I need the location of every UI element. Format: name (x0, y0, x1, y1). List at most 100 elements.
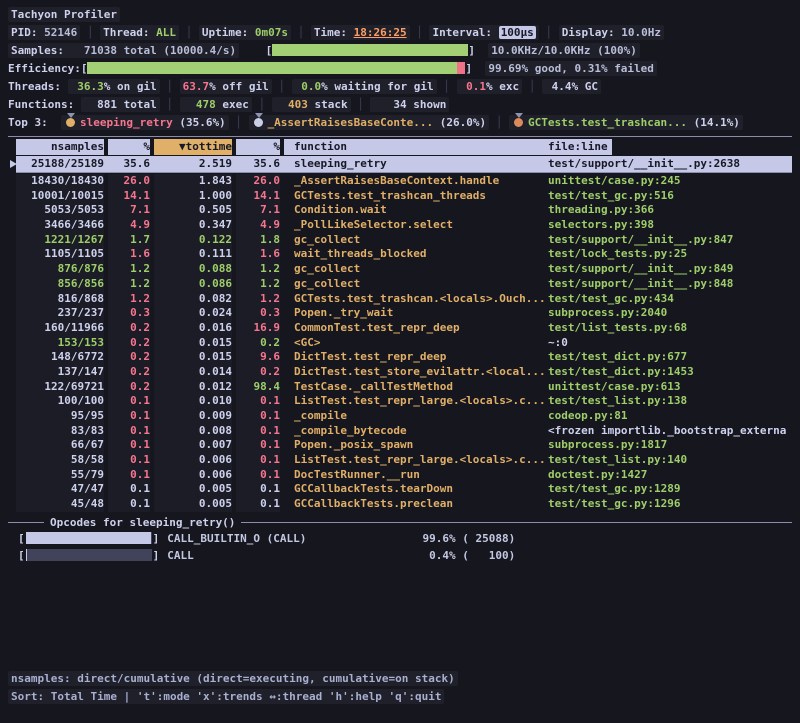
cell-nsamples: 1221/1267 (16, 233, 104, 248)
cell-direct-percent: 0.2 (108, 321, 150, 336)
cell-cumulative-percent: 16.9 (236, 321, 280, 336)
cell-cumulative-percent: 0.1 (236, 482, 280, 497)
threads-unit: % on gil (104, 80, 157, 93)
cell-nsamples: 148/6772 (16, 350, 104, 365)
cell-fn: sleeping_retry (284, 156, 544, 172)
table-row[interactable]: 137/1470.20.0140.2DictTest.test_store_ev… (16, 365, 792, 380)
bracket: [ (18, 530, 25, 547)
table-row[interactable]: 66/670.10.0070.1Popen._posix_spawnsubpro… (16, 438, 792, 453)
cell-tottime: 0.082 (154, 292, 232, 307)
threads-segment: 0.0% waiting for gil (292, 79, 437, 94)
table-row[interactable]: 160/119660.20.01616.9CommonTest.test_rep… (16, 321, 792, 336)
column-header-file-line[interactable]: file:line (544, 139, 612, 155)
status-label-interval: Interval: (432, 26, 498, 39)
table-row[interactable]: 237/2370.30.0240.3Popen._try_waitsubproc… (16, 306, 792, 321)
status-segment-interval: Interval: 100μs (429, 25, 538, 40)
top3-entry: _AssertRaisesBaseConte... (26.0%) (249, 115, 490, 130)
status-label-pid: PID: (11, 26, 44, 39)
functions-line: Functions: 881 total │ 478 exec │ 403 st… (8, 96, 792, 114)
column-header-tottime-sorted[interactable]: ▼tottime (154, 139, 232, 155)
cell-nsamples: 83/83 (16, 424, 104, 439)
cell-direct-percent: 0.1 (108, 438, 150, 453)
cell-cumulative-percent: 4.9 (236, 218, 280, 233)
cell-nsamples: 3466/3466 (16, 218, 104, 233)
separator: │ (522, 80, 542, 93)
column-header-cumulative-percent[interactable]: % (236, 139, 280, 155)
table-row[interactable]: 148/67720.20.0159.6DictTest.test_repr_de… (16, 350, 792, 365)
threads-unit: % off gil (209, 80, 269, 93)
cell-nsamples: 153/153 (16, 336, 104, 351)
cell-tottime: 0.012 (154, 380, 232, 395)
cell-function: wait_threads_blocked (284, 247, 544, 262)
cell-function: gc_collect (284, 277, 544, 292)
table-row[interactable]: 122/697210.20.01298.4TestCase._callTestM… (16, 380, 792, 395)
samples-rate: 10.0KHz/10.0KHz (100%) (488, 43, 640, 58)
functions-unit: total (117, 98, 157, 111)
table-row[interactable]: 1221/12671.70.1221.8gc_collecttest/suppo… (16, 233, 792, 248)
cell-tottime: 0.086 (154, 277, 232, 292)
cell-cumulative-percent: 0.1 (236, 438, 280, 453)
app-title: Tachyon Profiler (8, 7, 120, 22)
threads-segment: 63.7% off gil (180, 79, 272, 94)
cell-direct-percent: 1.6 (108, 247, 150, 262)
column-header-direct-percent[interactable]: % (108, 139, 150, 155)
top3-label: Top 3: (8, 116, 61, 129)
table-row[interactable]: 816/8681.20.0821.2GCTests.test_trashcan.… (16, 292, 792, 307)
cell-function: gc_collect (284, 233, 544, 248)
opcode-bar (26, 549, 152, 561)
cell-tottime: 0.088 (154, 262, 232, 277)
cell-file-line: ~:0 (544, 336, 792, 351)
cell-nsamples: 55/79 (16, 468, 104, 483)
cell-nsamples: 237/237 (16, 306, 104, 321)
table-row[interactable]: 45/480.10.0050.1GCCallbackTests.preclean… (16, 497, 792, 512)
table-row[interactable]: 3466/34664.90.3474.9_PollLikeSelector.se… (16, 218, 792, 233)
top3-percent: (35.6%) (173, 116, 226, 129)
cell-tottime: 0.015 (154, 350, 232, 365)
cell-nsamples: 47/47 (16, 482, 104, 497)
cell-function: GCTests.test_trashcan.<locals>.Ouch... (284, 292, 544, 307)
cell-tottime: 0.005 (154, 482, 232, 497)
column-header-function[interactable]: function (284, 139, 544, 155)
cell-tottime: 0.006 (154, 468, 232, 483)
cell-tottime: 0.006 (154, 453, 232, 468)
table-row[interactable]: 47/470.10.0050.1GCCallbackTests.tearDown… (16, 482, 792, 497)
cell-cumulative-percent: 0.1 (236, 409, 280, 424)
cell-file-line: <frozen importlib._bootstrap_externa (544, 424, 792, 439)
table-row[interactable]: 18430/1843026.01.84326.0_AssertRaisesBas… (16, 174, 792, 189)
cell-direct-percent: 0.3 (108, 306, 150, 321)
cell-tot: 2.519 (154, 156, 232, 172)
cell-tottime: 0.008 (154, 424, 232, 439)
table-row[interactable]: 95/950.10.0090.1_compilecodeop.py:81 (16, 409, 792, 424)
table-row[interactable]: 153/1530.20.0150.2<GC>~:0 (16, 336, 792, 351)
selected-table-row[interactable]: 25188/2518935.62.51935.6sleeping_retryte… (16, 156, 792, 173)
cell-file-line: test/test_gc.py:1296 (544, 497, 792, 512)
table-row[interactable]: 10001/1001514.11.00014.1GCTests.test_tra… (16, 189, 792, 204)
top3-percent: (14.1%) (687, 116, 740, 129)
cell-file-line: unittest/case.py:245 (544, 174, 792, 189)
threads-unit: % waiting for gil (321, 80, 434, 93)
table-row[interactable]: 58/580.10.0060.1ListTest.test_repr_large… (16, 453, 792, 468)
cell-nsamples: 856/856 (16, 277, 104, 292)
cell-function: DictTest.test_repr_deep (284, 350, 544, 365)
table-row[interactable]: 55/790.10.0060.1DocTestRunner.__rundocte… (16, 468, 792, 483)
bracket: [ (18, 547, 25, 564)
cell-cumulative-percent: 9.6 (236, 350, 280, 365)
cell-cumulative-percent: 0.1 (236, 468, 280, 483)
cell-direct-percent: 1.7 (108, 233, 150, 248)
table-row[interactable]: 1105/11051.60.1111.6wait_threads_blocked… (16, 247, 792, 262)
threads-segment: 4.4% GC (542, 79, 601, 94)
threads-value: 4.4 (545, 80, 572, 93)
cell-cumulative-percent: 7.1 (236, 203, 280, 218)
status-value-uptime: 0m07s (255, 26, 288, 39)
table-row[interactable]: 876/8761.20.0881.2gc_collecttest/support… (16, 262, 792, 277)
column-header-nsamples[interactable]: nsamples (16, 139, 104, 155)
table-row[interactable]: 100/1000.10.0100.1ListTest.test_repr_lar… (16, 394, 792, 409)
threads-unit: % exc (486, 80, 519, 93)
cell-file-line: test/test_gc.py:1289 (544, 482, 792, 497)
table-row[interactable]: 856/8561.20.0861.2gc_collecttest/support… (16, 277, 792, 292)
functions-value: 478 (183, 98, 216, 111)
table-row[interactable]: 5053/50537.10.5057.1Condition.waitthread… (16, 203, 792, 218)
separator: │ (160, 80, 180, 93)
functions-segment: 34 shown (370, 97, 449, 112)
table-row[interactable]: 83/830.10.0080.1_compile_bytecode<frozen… (16, 424, 792, 439)
